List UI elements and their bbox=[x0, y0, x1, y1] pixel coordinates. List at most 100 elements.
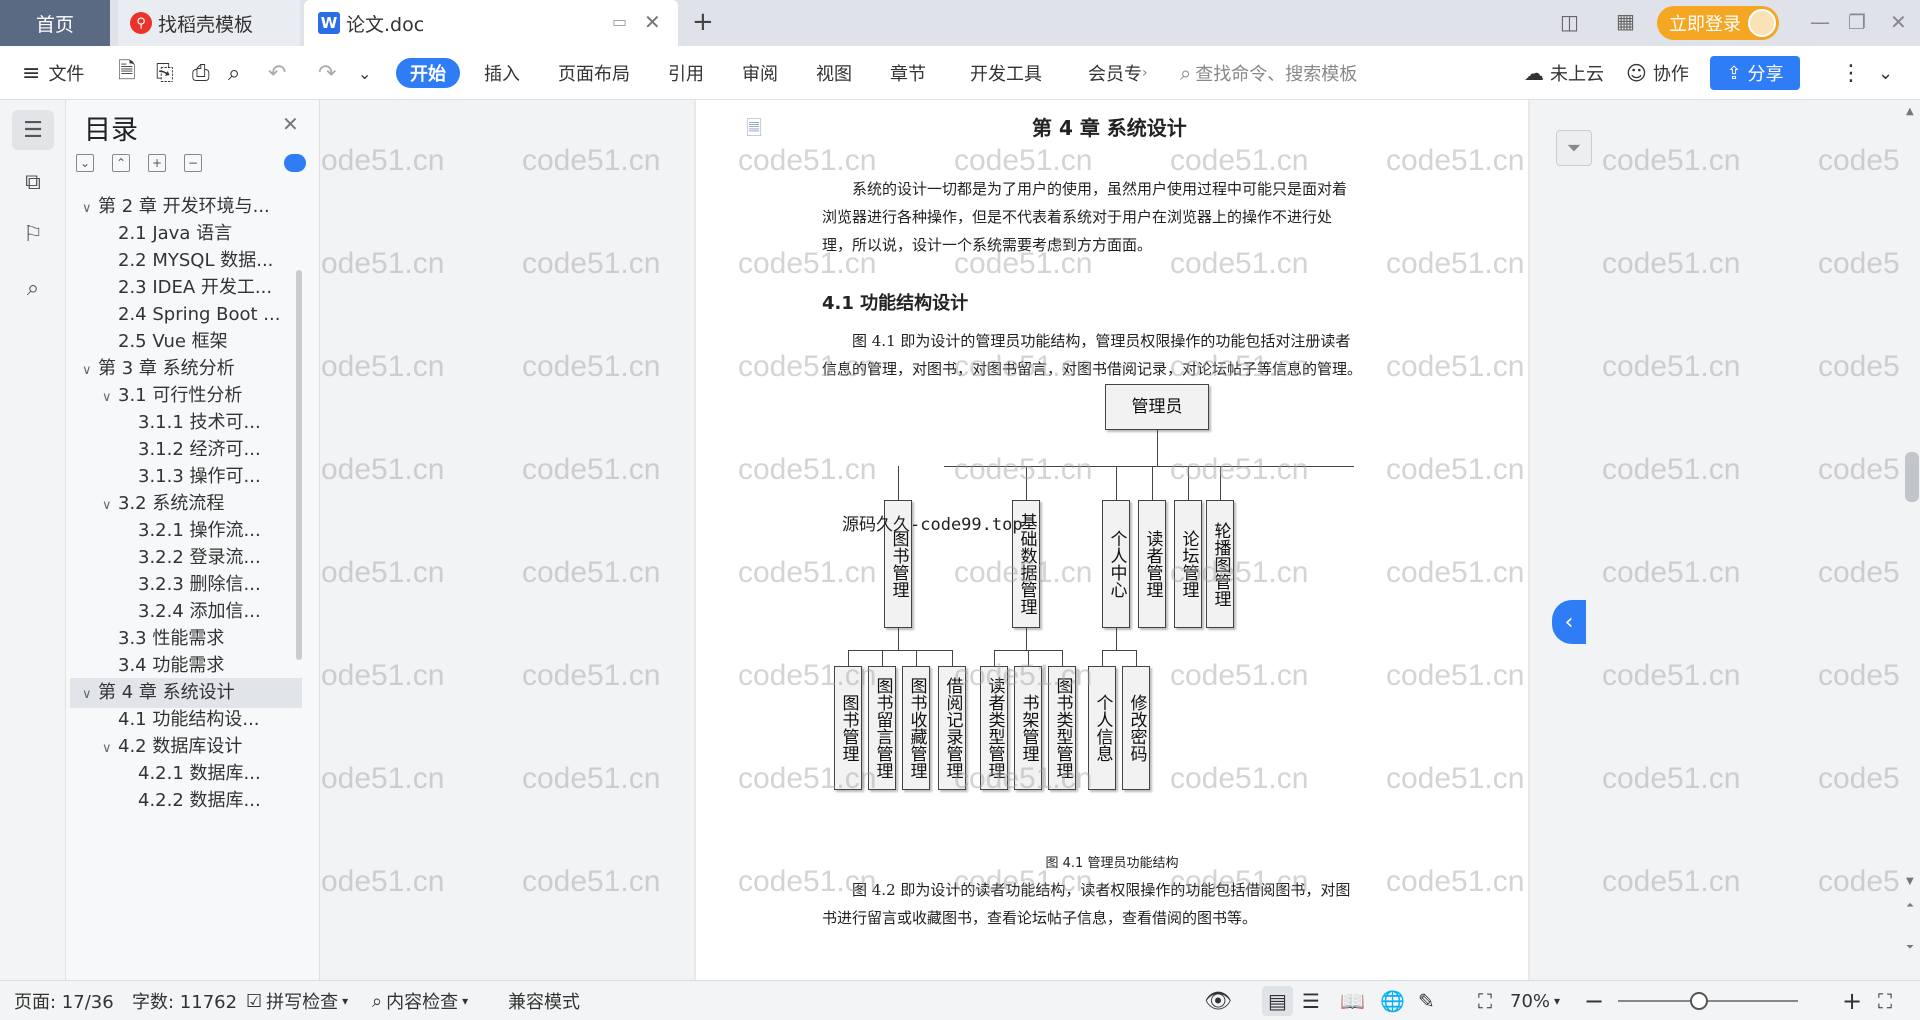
chevron-down-icon[interactable]: ⌄ bbox=[1878, 46, 1893, 100]
toc-item[interactable]: ∨ 3.2 系统流程 bbox=[70, 489, 302, 519]
toc-item[interactable]: 2.4 Spring Boot ... bbox=[70, 300, 302, 330]
collab-button[interactable]: ☺ 协作 bbox=[1626, 46, 1689, 100]
zoom-in-icon[interactable]: + bbox=[1842, 981, 1862, 1020]
web-view-icon[interactable]: 🌐 bbox=[1380, 981, 1405, 1020]
fit-page-icon[interactable]: ⛶ bbox=[1478, 981, 1492, 1020]
tab-start[interactable]: 开始 bbox=[396, 58, 460, 88]
toc-item[interactable]: ∨ 第 2 章 开发环境与... bbox=[70, 192, 302, 222]
toc-item[interactable]: 2.5 Vue 框架 bbox=[70, 327, 302, 357]
restore-icon[interactable]: ❐ bbox=[1848, 10, 1866, 34]
toc-icon[interactable]: ☰ bbox=[12, 110, 54, 150]
grid-icon[interactable]: ▦ bbox=[1616, 9, 1635, 33]
expand-up-icon[interactable]: ⌃ bbox=[112, 154, 130, 172]
eye-protect-icon[interactable]: 👁 bbox=[1204, 981, 1232, 1020]
smart-toc-icon[interactable] bbox=[284, 154, 306, 172]
tab-view[interactable]: 视图 bbox=[816, 46, 852, 100]
toc-item[interactable]: 3.2.4 添加信... bbox=[70, 597, 302, 627]
toc-item[interactable]: 4.2.2 数据库... bbox=[70, 786, 302, 816]
print-icon[interactable]: ⎙ bbox=[192, 46, 210, 100]
chevron-down-icon: ▾ bbox=[462, 994, 469, 1008]
preview-icon[interactable]: ⌕ bbox=[228, 46, 240, 100]
tab-devtools[interactable]: 开发工具 bbox=[970, 46, 1042, 100]
close-tab-icon[interactable]: ✕ bbox=[644, 10, 661, 34]
filter-icon[interactable]: ⏷ bbox=[1556, 130, 1592, 166]
pen-icon[interactable]: ✎ bbox=[1418, 981, 1435, 1020]
tab-chapter[interactable]: 章节 bbox=[890, 46, 926, 100]
toc-item[interactable]: 3.2.1 操作流... bbox=[70, 516, 302, 546]
toc-item[interactable]: 3.2.3 删除信... bbox=[70, 570, 302, 600]
read-view-icon[interactable]: 📖 bbox=[1340, 981, 1365, 1020]
paragraph-line: 图 4.2 即为设计的读者功能结构，读者权限操作的功能包括借阅图书，对图 bbox=[852, 881, 1351, 899]
zoom-select[interactable]: 70% ▾ bbox=[1510, 981, 1560, 1020]
paragraph-options-icon[interactable]: 🗏 bbox=[746, 114, 762, 148]
toc-item[interactable]: 3.1.1 技术可... bbox=[70, 408, 302, 438]
content-check[interactable]: ⌕ 内容检查 ▾ bbox=[372, 981, 468, 1020]
toc-item[interactable]: 3.1.3 操作可... bbox=[70, 462, 302, 492]
add-heading-icon[interactable]: + bbox=[148, 154, 166, 172]
cloud-status[interactable]: ☁ 未上云 bbox=[1524, 46, 1604, 100]
toc-item[interactable]: ∨ 第 4 章 系统设计 bbox=[70, 678, 302, 708]
export-icon[interactable]: ⎘ bbox=[156, 46, 174, 100]
tab-review[interactable]: 审阅 bbox=[742, 46, 778, 100]
tab-document[interactable]: W 论文.doc ▭ ✕ bbox=[304, 0, 678, 46]
close-window-icon[interactable]: ✕ bbox=[1890, 10, 1907, 34]
tab-daoke[interactable]: ⚲ 找稻壳模板 bbox=[118, 0, 300, 46]
next-page-icon[interactable]: ⏷ bbox=[1906, 942, 1914, 953]
find-icon[interactable]: ⌕ bbox=[12, 268, 54, 308]
outline-view-icon[interactable]: ☰ bbox=[1302, 981, 1320, 1020]
redo-icon[interactable]: ↷ bbox=[318, 46, 336, 100]
nav-pane-icon[interactable]: ⧉ bbox=[12, 162, 54, 202]
page-view-icon[interactable]: ▤ bbox=[1262, 986, 1293, 1016]
toc-item[interactable]: 3.4 功能需求 bbox=[70, 651, 302, 681]
more-icon[interactable]: ⋮ bbox=[1840, 46, 1862, 100]
vertical-scrollbar[interactable]: ▲ ▼ ⏶ ⏷ bbox=[1904, 100, 1920, 980]
command-search[interactable]: ⌕ 查找命令、搜索模板 bbox=[1180, 46, 1357, 100]
new-tab-icon[interactable]: + bbox=[692, 7, 714, 37]
chevron-left-icon[interactable]: ‹ bbox=[1552, 600, 1586, 644]
toc-item[interactable]: 4.1 功能结构设... bbox=[70, 705, 302, 735]
toc-item[interactable]: 2.2 MYSQL 数据... bbox=[70, 246, 302, 276]
zoom-slider[interactable] bbox=[1618, 1000, 1798, 1002]
scroll-thumb[interactable] bbox=[1905, 452, 1919, 502]
login-button[interactable]: 立即登录 bbox=[1657, 6, 1779, 40]
watermark: code51.cn bbox=[320, 247, 445, 280]
tab-member[interactable]: 会员专 › bbox=[1088, 46, 1148, 100]
close-icon[interactable]: ✕ bbox=[282, 112, 299, 136]
share-button[interactable]: ⇪ 分享 bbox=[1710, 56, 1800, 90]
scroll-down-icon[interactable]: ▼ bbox=[1906, 876, 1914, 887]
word-count[interactable]: 字数: 11762 bbox=[132, 981, 237, 1020]
connector bbox=[898, 628, 899, 650]
tab-layout[interactable]: 页面布局 bbox=[558, 46, 630, 100]
undo-icon[interactable]: ↶ bbox=[268, 46, 286, 100]
tab-home[interactable]: 首页 bbox=[0, 0, 110, 46]
toc-item[interactable]: 3.3 性能需求 bbox=[70, 624, 302, 654]
prev-page-icon[interactable]: ⏶ bbox=[1906, 900, 1914, 911]
file-menu[interactable]: ≡ 文件 bbox=[22, 46, 84, 100]
layout-icon[interactable]: ◫ bbox=[1560, 10, 1579, 34]
toc-scrollbar[interactable] bbox=[296, 270, 302, 660]
page-indicator[interactable]: 页面: 17/36 bbox=[14, 981, 114, 1020]
save-icon[interactable]: 🗎 bbox=[118, 46, 136, 100]
toc-item[interactable]: 3.2.2 登录流... bbox=[70, 543, 302, 573]
toc-item[interactable]: 4.2.1 数据库... bbox=[70, 759, 302, 789]
chevron-down-icon[interactable]: ⌄ bbox=[358, 46, 371, 100]
fullscreen-icon[interactable]: ⛶ bbox=[1878, 981, 1892, 1020]
toc-item[interactable]: 2.3 IDEA 开发工... bbox=[70, 273, 302, 303]
toc-item[interactable]: ∨ 第 3 章 系统分析 bbox=[70, 354, 302, 384]
tab-reference[interactable]: 引用 bbox=[668, 46, 704, 100]
collapse-all-icon[interactable]: ⌄ bbox=[76, 154, 94, 172]
screen-icon[interactable]: ▭ bbox=[612, 12, 627, 31]
zoom-slider-handle[interactable] bbox=[1690, 992, 1708, 1010]
tab-insert[interactable]: 插入 bbox=[484, 46, 520, 100]
zoom-out-icon[interactable]: − bbox=[1584, 981, 1604, 1020]
bookmark-icon[interactable]: ⚐ bbox=[12, 214, 54, 254]
scroll-up-icon[interactable]: ▲ bbox=[1906, 106, 1914, 117]
toc-item[interactable]: 2.1 Java 语言 bbox=[70, 219, 302, 249]
toc-item[interactable]: 3.1.2 经济可... bbox=[70, 435, 302, 465]
toc-item[interactable]: ∨ 4.2 数据库设计 bbox=[70, 732, 302, 762]
document-page[interactable]: 🗏 第 4 章 系统设计 系统的设计一切都是为了用户的使用，虽然用户使用过程中可… bbox=[696, 100, 1528, 980]
toc-item[interactable]: ∨ 3.1 可行性分析 bbox=[70, 381, 302, 411]
remove-heading-icon[interactable]: − bbox=[184, 154, 202, 172]
spell-check[interactable]: ☑ 拼写检查 ▾ bbox=[246, 981, 348, 1020]
minimize-icon[interactable]: — bbox=[1810, 10, 1830, 34]
